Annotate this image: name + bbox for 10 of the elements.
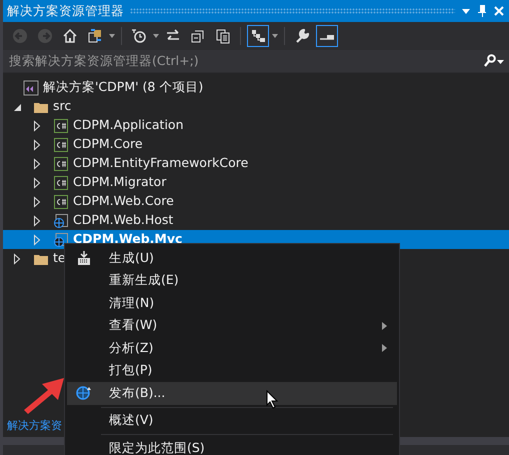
tree-label: src: [53, 97, 72, 116]
tree-label: 解决方案'CDPM' (8 个项目): [43, 78, 204, 96]
tree-label: CDPM.Migrator: [73, 173, 166, 192]
tree-label: CDPM.Application: [73, 116, 184, 134]
tree-label: CDPM.Web.Mvc: [73, 230, 182, 248]
tree-label: CDPM.Core: [73, 135, 143, 154]
tree-label: CDPM.Web.Core: [73, 192, 174, 210]
tree-label: CDPM.Web.Host: [73, 211, 174, 230]
tree-label: CDPM.EntityFrameworkCore: [73, 154, 248, 172]
window-title: 解决方案资源管理器: [7, 2, 124, 20]
